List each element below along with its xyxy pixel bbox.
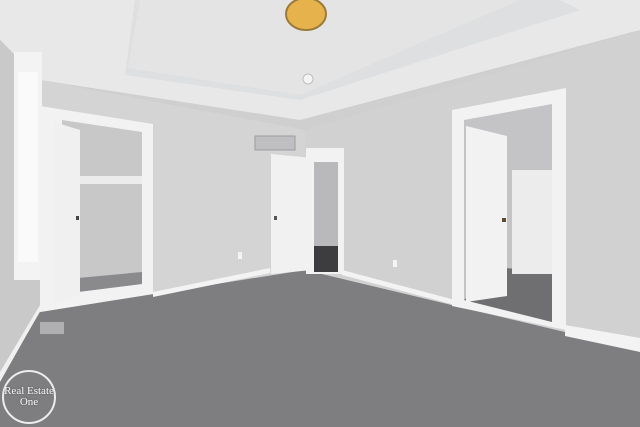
closet-shelf [78,176,142,184]
bath-door-knob [502,218,506,222]
shower-wall [512,170,552,274]
ceiling-light-icon [285,0,327,31]
outlet-back [238,252,242,259]
real-estate-one-logo: Real Estate One [2,370,56,424]
hallway-door-knob [274,216,277,220]
logo-line2: One [19,396,39,408]
smoke-detector-icon [302,73,314,85]
bath-door [466,126,507,302]
closet-door-knob [76,216,79,220]
hallway-floor [314,246,338,272]
outlet-right [393,260,397,267]
hvac-vent-icon [254,135,296,151]
closet-door [54,122,80,304]
room-illustration [0,0,640,427]
floor-vent [40,322,64,334]
window-glass [18,72,38,262]
bedroom-photo: Real Estate One [0,0,640,427]
hallway-door [271,154,312,274]
